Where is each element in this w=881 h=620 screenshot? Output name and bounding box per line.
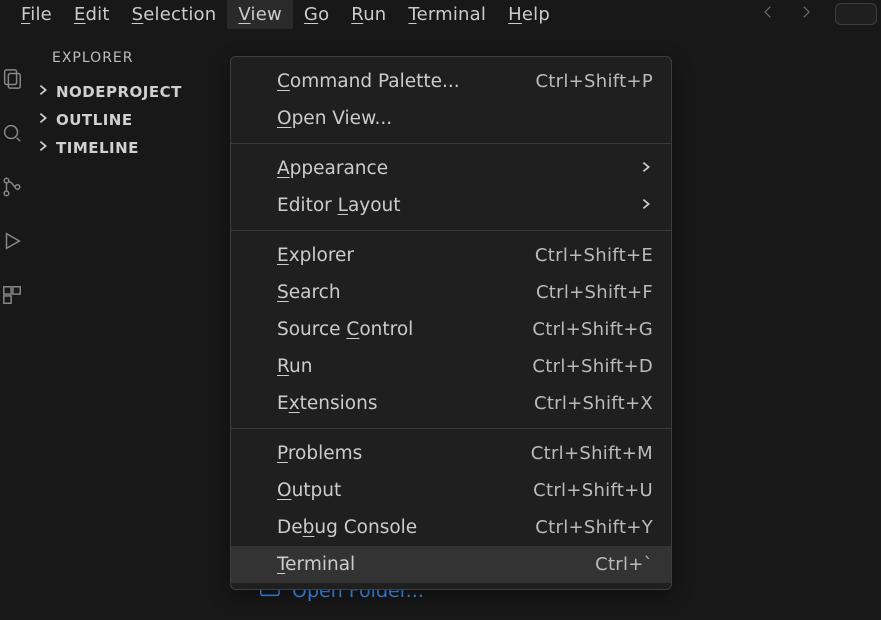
menu-item-shortcut: Ctrl+Shift+G <box>532 319 653 340</box>
menu-item-label: Source Control <box>277 319 532 340</box>
menu-item-shortcut: Ctrl+Shift+X <box>534 393 653 414</box>
menu-debug-console[interactable]: Debug Console Ctrl+Shift+Y <box>231 509 671 546</box>
explorer-sidebar: EXPLORER NODEPROJECT OUTLINE TIMELINE <box>24 28 224 620</box>
menu-terminal[interactable]: Terminal <box>397 0 497 29</box>
menu-extensions[interactable]: Extensions Ctrl+Shift+X <box>231 385 671 422</box>
menu-problems[interactable]: Problems Ctrl+Shift+M <box>231 435 671 472</box>
menu-run-view[interactable]: Run Ctrl+Shift+D <box>231 348 671 385</box>
activity-bar <box>0 28 24 620</box>
menu-help[interactable]: Help <box>497 0 561 29</box>
nav-arrows <box>759 3 815 25</box>
menu-item-label: Extensions <box>277 393 534 414</box>
menu-source-control[interactable]: Source Control Ctrl+Shift+G <box>231 311 671 348</box>
menu-item-label: Search <box>277 282 536 303</box>
source-control-icon[interactable] <box>1 176 23 202</box>
sidebar-section-label: TIMELINE <box>56 139 139 157</box>
chevron-right-icon <box>639 158 653 179</box>
menu-editor-layout[interactable]: Editor Layout <box>231 187 671 224</box>
menu-item-shortcut: Ctrl+Shift+E <box>535 245 653 266</box>
menu-output[interactable]: Output Ctrl+Shift+U <box>231 472 671 509</box>
remote-icon <box>258 616 280 620</box>
menu-view[interactable]: View <box>227 0 293 29</box>
back-arrow-icon[interactable] <box>759 3 777 25</box>
menu-item-label: Explorer <box>277 245 535 266</box>
menu-item-label: Open View... <box>277 108 653 129</box>
chevron-right-icon <box>36 83 50 101</box>
menu-item-label: Terminal <box>277 554 595 575</box>
menu-item-shortcut: Ctrl+Shift+D <box>532 356 653 377</box>
chevron-right-icon <box>36 111 50 129</box>
menu-go[interactable]: Go <box>293 0 340 29</box>
menu-item-shortcut: Ctrl+` <box>595 554 653 575</box>
sidebar-section-timeline[interactable]: TIMELINE <box>32 134 224 162</box>
chevron-right-icon <box>36 139 50 157</box>
title-bar: File Edit Selection View Go Run Terminal… <box>0 0 881 28</box>
menu-open-view[interactable]: Open View... <box>231 100 671 137</box>
forward-arrow-icon[interactable] <box>797 3 815 25</box>
menu-terminal-view[interactable]: Terminal Ctrl+` <box>231 546 671 583</box>
menu-separator <box>231 230 671 231</box>
run-debug-icon[interactable] <box>1 230 23 256</box>
menu-item-shortcut: Ctrl+Shift+Y <box>535 517 653 538</box>
menu-item-label: Appearance <box>277 158 639 179</box>
menu-item-label: Editor Layout <box>277 195 639 216</box>
menu-separator <box>231 143 671 144</box>
menu-item-shortcut: Ctrl+Shift+F <box>536 282 653 303</box>
menu-item-label: Output <box>277 480 533 501</box>
menu-item-label: Debug Console <box>277 517 535 538</box>
menu-item-shortcut: Ctrl+Shift+P <box>535 71 653 92</box>
start-connect[interactable]: Connect to... <box>258 616 881 620</box>
menu-search[interactable]: Search Ctrl+Shift+F <box>231 274 671 311</box>
menu-explorer[interactable]: Explorer Ctrl+Shift+E <box>231 237 671 274</box>
sidebar-section-label: NODEPROJECT <box>56 83 182 101</box>
menu-file[interactable]: File <box>10 0 63 29</box>
command-center-pill[interactable] <box>835 3 877 25</box>
menu-item-shortcut: Ctrl+Shift+U <box>533 480 653 501</box>
menu-item-label: Run <box>277 356 532 377</box>
menu-item-label: Problems <box>277 443 531 464</box>
menu-item-shortcut: Ctrl+Shift+M <box>531 443 653 464</box>
menu-edit[interactable]: Edit <box>63 0 121 29</box>
sidebar-section-label: OUTLINE <box>56 111 133 129</box>
menu-bar: File Edit Selection View Go Run Terminal… <box>10 0 561 29</box>
sidebar-title: EXPLORER <box>32 44 224 78</box>
extensions-icon[interactable] <box>1 284 23 310</box>
sidebar-section-project[interactable]: NODEPROJECT <box>32 78 224 106</box>
view-menu-dropdown: Command Palette... Ctrl+Shift+P Open Vie… <box>230 56 672 590</box>
search-icon[interactable] <box>1 122 23 148</box>
menu-command-palette[interactable]: Command Palette... Ctrl+Shift+P <box>231 63 671 100</box>
chevron-right-icon <box>639 195 653 216</box>
menu-selection[interactable]: Selection <box>121 0 228 29</box>
sidebar-section-outline[interactable]: OUTLINE <box>32 106 224 134</box>
menu-item-label: Command Palette... <box>277 71 535 92</box>
menu-appearance[interactable]: Appearance <box>231 150 671 187</box>
menu-separator <box>231 428 671 429</box>
menu-run[interactable]: Run <box>340 0 397 29</box>
explorer-icon[interactable] <box>1 68 23 94</box>
